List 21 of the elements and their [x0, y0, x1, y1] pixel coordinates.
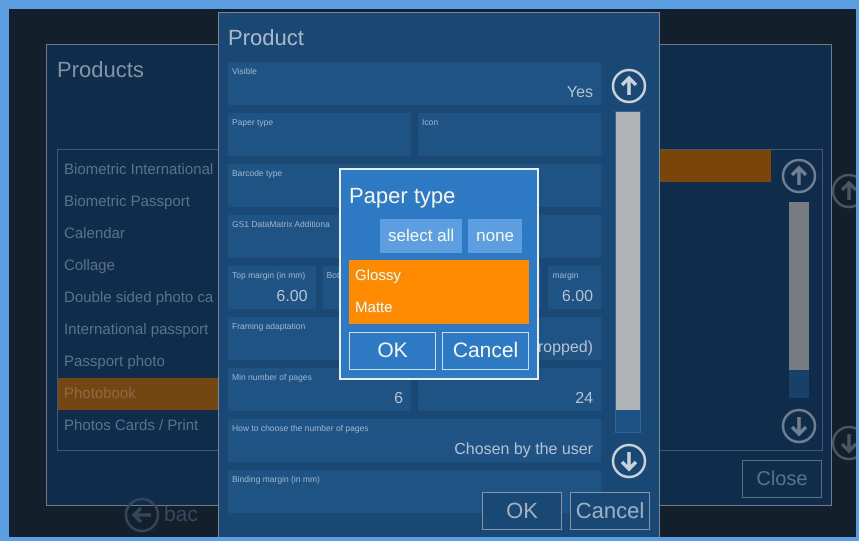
field-value: 6	[394, 390, 403, 408]
field-label: Icon	[422, 117, 438, 127]
field-value: 6.00	[276, 288, 308, 306]
field-label: Visible	[232, 66, 257, 76]
field-label: Framing adaptation	[232, 321, 306, 331]
field-value: Chosen by the user	[454, 441, 593, 459]
field-label: Binding margin (in mm)	[232, 474, 320, 484]
field-value: 24	[575, 390, 593, 408]
field-value: Yes	[566, 84, 593, 102]
field-label: GS1 DataMatrix Additiona	[232, 219, 330, 229]
field-label: margin	[552, 270, 578, 280]
field-value: ropped)	[538, 339, 593, 357]
field-value: 6.00	[562, 288, 593, 306]
field-label: Top margin (in mm)	[232, 270, 306, 280]
field-label: How to choose the number of pages	[232, 423, 369, 433]
field-label: Paper type	[232, 117, 274, 127]
popup-title: Paper type	[349, 183, 456, 209]
field-label: Barcode type	[232, 168, 282, 178]
dialog-title: Product	[228, 25, 304, 51]
window-title: Products	[57, 57, 144, 83]
field-label: Bot	[326, 270, 340, 280]
